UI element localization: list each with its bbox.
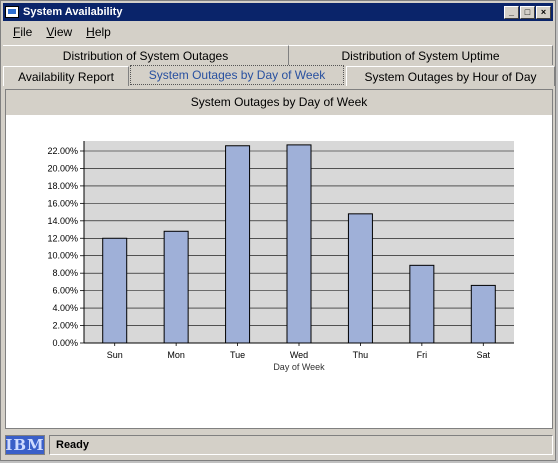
y-tick-label: 22.00% [47,146,78,156]
y-tick-label: 8.00% [52,268,78,278]
y-tick-label: 6.00% [52,286,78,296]
x-tick-label: Thu [353,350,369,360]
title-bar[interactable]: System Availability _ □ × [3,3,553,21]
tab-availability-report[interactable]: Availability Report [3,66,129,86]
window-title: System Availability [23,6,123,18]
y-tick-label: 14.00% [47,216,78,226]
tab-distribution-uptime[interactable]: Distribution of System Uptime [289,45,553,65]
bar-wed [286,144,312,344]
bar-fri [409,264,435,344]
x-tick-label: Sun [107,350,123,360]
tab-distribution-outages[interactable]: Distribution of System Outages [3,45,289,65]
y-tick-label: 20.00% [47,163,78,173]
minimize-button[interactable]: _ [504,5,519,19]
bar-mon [163,230,189,344]
y-tick-label: 2.00% [52,321,78,331]
x-tick-label: Mon [167,350,185,360]
y-tick-label: 4.00% [52,303,78,313]
tab-strip: Distribution of System Outages Distribut… [3,45,555,89]
menu-file[interactable]: File [13,25,32,39]
app-icon [5,6,19,18]
close-button[interactable]: × [536,5,551,19]
x-tick-label: Wed [290,350,308,360]
tab-outages-by-day[interactable]: System Outages by Day of Week [130,65,344,85]
tab-outages-by-hour[interactable]: System Outages by Hour of Day [346,66,555,86]
bar-chart: 0.00% 2.00% 4.00% 6.00% 8.00% 10.00% 12.00% 14.… [47,141,514,372]
x-tick-label: Sat [477,350,491,360]
maximize-button[interactable]: □ [520,5,535,19]
ibm-logo: IBM [5,435,45,455]
menu-bar: File View Help [3,23,553,41]
menu-view[interactable]: View [46,25,72,39]
y-tick-label: 18.00% [47,181,78,191]
x-axis-label: Day of Week [273,362,325,372]
x-tick-label: Tue [230,350,245,360]
bar-tue [225,145,251,344]
y-tick-label: 10.00% [47,251,78,261]
app-window: System Availability _ □ × File View Help… [0,0,556,461]
chart-panel: System Outages by Day of Week 0.00% 2.00%… [5,89,553,429]
y-tick-label: 0.00% [52,338,78,348]
bar-sat [470,284,496,344]
status-bar: IBM Ready [5,433,553,457]
y-tick-label: 16.00% [47,198,78,208]
panel-header: System Outages by Day of Week [6,90,552,115]
bar-thu [347,213,373,344]
x-tick-label: Fri [417,350,428,360]
bar-sun [102,237,128,344]
y-tick-label: 12.00% [47,233,78,243]
menu-help[interactable]: Help [86,25,111,39]
status-text: Ready [49,435,553,455]
